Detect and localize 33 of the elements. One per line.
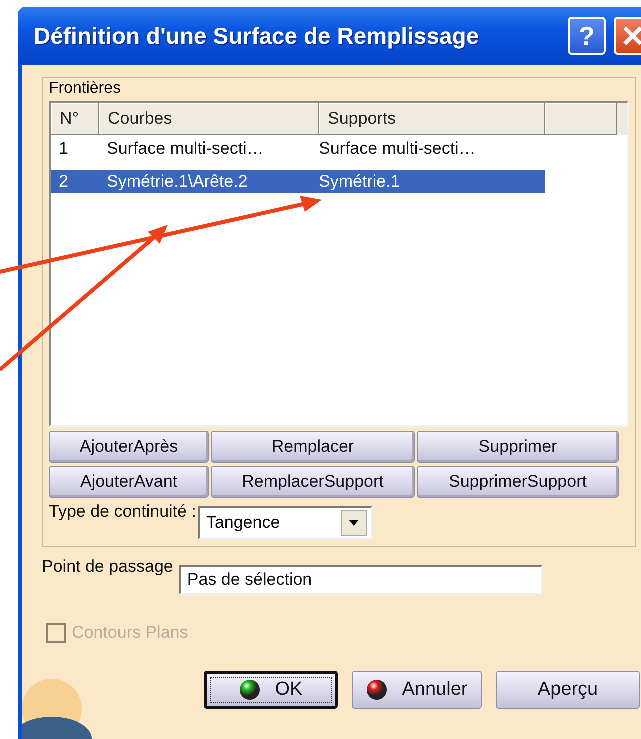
dialog-button[interactable]: Annuler bbox=[352, 671, 482, 709]
list-action-button[interactable]: RemplacerSupport bbox=[211, 466, 415, 498]
table-cell-text: Surface multi-secti… bbox=[106, 138, 265, 160]
list-action-button[interactable]: SupprimerSupport bbox=[417, 466, 619, 498]
dialog-button[interactable]: OK bbox=[204, 671, 338, 709]
help-button[interactable]: ? bbox=[568, 17, 606, 55]
list-action-button[interactable]: Remplacer bbox=[211, 431, 415, 463]
close-button[interactable] bbox=[614, 17, 641, 55]
dialog-button[interactable]: Aperçu bbox=[496, 671, 640, 709]
group-title: Frontières bbox=[49, 80, 122, 98]
table-cell-text: Surface multi-secti… bbox=[319, 138, 477, 160]
field-label: Point de passage bbox=[42, 557, 174, 577]
caret-icon bbox=[349, 520, 360, 526]
list-action-button[interactable]: Supprimer bbox=[417, 431, 619, 463]
input-field[interactable]: Pas de sélection bbox=[179, 565, 544, 595]
ball-icon bbox=[239, 679, 262, 701]
continuity-dropdown[interactable]: Tangence bbox=[198, 506, 374, 540]
checkbox-label: Contours Plans bbox=[72, 623, 188, 643]
table-cell-text: 1 bbox=[58, 138, 70, 160]
table-cell-text: 2 bbox=[58, 171, 70, 193]
field-label: Type de continuité : bbox=[49, 502, 196, 522]
window-title: Définition d'une Surface de Remplissage bbox=[34, 22, 480, 50]
close-icon bbox=[622, 25, 641, 47]
list-action-button[interactable]: AjouterAprès bbox=[49, 431, 209, 463]
table-cell-text: Symétrie.1 bbox=[319, 171, 402, 193]
column-header[interactable]: Supports bbox=[319, 103, 545, 135]
table-cell-text: Symétrie.1\Arête.2 bbox=[106, 171, 249, 193]
column-header[interactable]: N° bbox=[51, 103, 99, 135]
list-action-button[interactable]: AjouterAvant bbox=[49, 466, 209, 498]
column-header[interactable]: Courbes bbox=[99, 103, 319, 135]
list-row[interactable]: 1 Surface multi-secti… Surface multi-secti… bbox=[51, 137, 545, 160]
list-row[interactable]: 2 Symétrie.1\Arête.2 Symétrie.1 bbox=[51, 170, 545, 193]
ball-icon bbox=[366, 679, 388, 701]
